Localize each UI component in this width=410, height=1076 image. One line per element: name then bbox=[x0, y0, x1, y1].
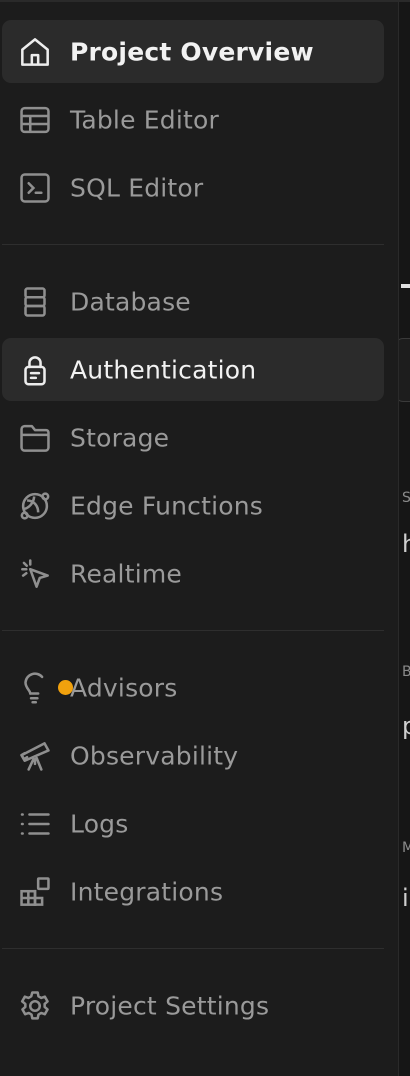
sidebar-item-observability[interactable]: Observability bbox=[2, 724, 384, 787]
table-icon bbox=[16, 101, 54, 139]
sidebar-item-realtime[interactable]: Realtime bbox=[2, 542, 384, 605]
content-label-fragment: S bbox=[402, 490, 410, 506]
content-text-fragment: h bbox=[402, 530, 410, 558]
content-label-fragment: M bbox=[402, 840, 410, 856]
sidebar-item-database[interactable]: Database bbox=[2, 270, 384, 333]
sidebar-item-table-editor[interactable]: Table Editor bbox=[2, 88, 384, 151]
sidebar-item-label: Project Settings bbox=[70, 991, 270, 1020]
sidebar-item-project-overview[interactable]: Project Overview bbox=[2, 20, 384, 83]
gear-icon bbox=[16, 987, 54, 1025]
sidebar-item-sql-editor[interactable]: SQL Editor bbox=[2, 156, 384, 219]
sidebar-item-storage[interactable]: Storage bbox=[2, 406, 384, 469]
sidebar-item-label: Database bbox=[70, 287, 191, 316]
content-input-fragment bbox=[399, 338, 410, 402]
sidebar-item-label: Advisors bbox=[70, 673, 178, 702]
sidebar-item-integrations[interactable]: Integrations bbox=[2, 860, 384, 923]
realtime-cursor-icon bbox=[16, 555, 54, 593]
sidebar-item-label: Storage bbox=[70, 423, 170, 452]
database-icon bbox=[16, 283, 54, 321]
edge-functions-icon bbox=[16, 487, 54, 525]
sidebar-divider bbox=[2, 244, 384, 245]
sidebar-item-authentication[interactable]: Authentication bbox=[2, 338, 384, 401]
sidebar-item-label: SQL Editor bbox=[70, 173, 204, 202]
sidebar-item-label: Project Overview bbox=[70, 37, 314, 66]
sidebar-item-edge-functions[interactable]: Edge Functions bbox=[2, 474, 384, 537]
sidebar-item-label: Logs bbox=[70, 809, 129, 838]
folder-icon bbox=[16, 419, 54, 457]
list-icon bbox=[16, 805, 54, 843]
content-title-fragment bbox=[401, 284, 410, 288]
content-text-fragment: p bbox=[402, 712, 410, 740]
sidebar-item-logs[interactable]: Logs bbox=[2, 792, 384, 855]
sidebar-divider bbox=[2, 630, 384, 631]
sidebar-item-advisors[interactable]: Advisors bbox=[2, 656, 384, 719]
lightbulb-icon bbox=[16, 669, 73, 707]
main-content-edge: S h B p M i bbox=[398, 2, 410, 1076]
sidebar-divider bbox=[2, 948, 384, 949]
content-label-fragment: B bbox=[402, 664, 410, 680]
sidebar-item-label: Authentication bbox=[70, 355, 257, 384]
sidebar-item-label: Realtime bbox=[70, 559, 182, 588]
terminal-icon bbox=[16, 169, 54, 207]
sidebar: Project Overview Table Editor SQL Editor… bbox=[0, 2, 398, 1076]
sidebar-item-label: Observability bbox=[70, 741, 239, 770]
content-text-fragment: i bbox=[402, 884, 409, 912]
sidebar-item-label: Edge Functions bbox=[70, 491, 264, 520]
telescope-icon bbox=[16, 737, 54, 775]
home-icon bbox=[16, 33, 54, 71]
lock-icon bbox=[16, 351, 54, 389]
sidebar-item-label: Integrations bbox=[70, 877, 224, 906]
sidebar-item-label: Table Editor bbox=[70, 105, 219, 134]
integrations-icon bbox=[16, 873, 54, 911]
sidebar-item-project-settings[interactable]: Project Settings bbox=[2, 974, 384, 1037]
